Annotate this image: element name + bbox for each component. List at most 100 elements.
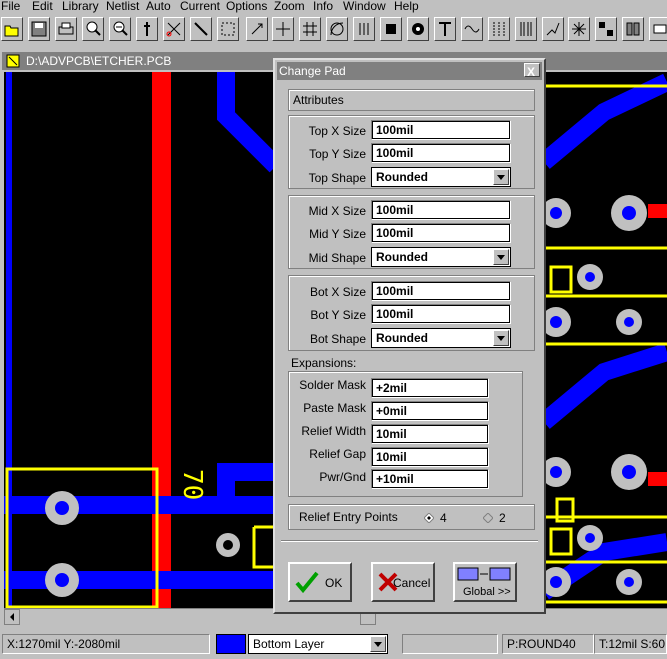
mid-shape-label: Mid Shape (308, 251, 366, 265)
book-icon[interactable] (622, 17, 644, 41)
relief-option-4[interactable]: 4 (424, 511, 454, 525)
status-track: T:12mil S:60 (594, 634, 667, 654)
top-y-label: Top Y Size (309, 147, 366, 161)
relief-option-2-label: 2 (499, 511, 506, 525)
chevron-down-icon (497, 336, 505, 341)
radio-unselected-icon (483, 513, 493, 523)
relief-option-2[interactable]: 2 (483, 511, 513, 525)
chevron-down-icon (374, 642, 382, 647)
solder-mask-field[interactable]: +2mil (371, 378, 489, 398)
top-shape-dropdown[interactable] (493, 169, 509, 185)
mid-shape-select[interactable]: Rounded (376, 250, 428, 264)
route-icon[interactable] (542, 17, 564, 41)
zoom-icon[interactable] (82, 17, 104, 41)
bot-shape-select[interactable]: Rounded (376, 331, 428, 345)
parts-icon[interactable] (595, 17, 617, 41)
relief-gap-field[interactable]: 10mil (371, 447, 489, 467)
chevron-down-icon (497, 255, 505, 260)
ok-label: OK (325, 576, 343, 590)
mid-x-label: Mid X Size (308, 204, 366, 218)
designator-label: 70 (177, 469, 207, 501)
menu-zoom[interactable]: Zoom (274, 0, 305, 13)
bot-y-size-field[interactable]: 100mil (371, 304, 511, 324)
dialog-title: Change Pad (279, 64, 346, 78)
pwr-gnd-label: Pwr/Gnd (319, 470, 366, 484)
relief-entry-group: Relief Entry Points 4 2 (288, 504, 535, 530)
text-icon[interactable] (434, 17, 456, 41)
change-pad-dialog: Change Pad X Attributes Top X Size 100mi… (273, 58, 546, 614)
top-x-label: Top X Size (308, 124, 366, 138)
solder-mask-label: Solder Mask (299, 378, 366, 392)
menu-options[interactable]: Options (226, 0, 267, 13)
cut-icon[interactable] (163, 17, 185, 41)
circle-icon[interactable] (407, 17, 429, 41)
cancel-label: Cancel (393, 576, 431, 590)
chevron-down-icon (497, 175, 505, 180)
grid-icon[interactable] (299, 17, 321, 41)
layer-dropdown-button[interactable] (370, 636, 386, 652)
draw-icon[interactable] (190, 17, 212, 41)
menu-library[interactable]: Library (62, 0, 99, 13)
move-icon[interactable] (246, 17, 268, 41)
menu-auto[interactable]: Auto (146, 0, 171, 13)
top-shape-select[interactable]: Rounded (376, 170, 428, 184)
arrow-left-icon (10, 613, 14, 621)
zoom-out-icon[interactable] (109, 17, 131, 41)
menu-current[interactable]: Current (180, 0, 220, 13)
bot-x-size-field[interactable]: 100mil (371, 281, 511, 301)
paste-mask-field[interactable]: +0mil (371, 401, 489, 421)
crosshair-icon[interactable] (272, 17, 294, 41)
pwr-gnd-field[interactable]: +10mil (371, 469, 489, 489)
bot-layer-group: Bot X Size 100mil Bot Y Size 100mil Bot … (288, 275, 535, 351)
menu-window[interactable]: Window (343, 0, 386, 13)
layer-selector[interactable]: Bottom Layer (216, 634, 388, 654)
select-icon[interactable] (217, 17, 239, 41)
bot-x-label: Bot X Size (309, 285, 366, 299)
bot-y-label: Bot Y Size (310, 308, 366, 322)
menu-netlist[interactable]: Netlist (106, 0, 139, 13)
bot-shape-dropdown[interactable] (493, 330, 509, 346)
menu-info[interactable]: Info (313, 0, 333, 13)
relief-gap-label: Relief Gap (309, 447, 366, 461)
cancel-button[interactable]: Cancel (371, 562, 435, 602)
expansions-label: Expansions: (291, 356, 357, 370)
relief-width-field[interactable]: 10mil (371, 424, 489, 444)
checkmark-icon (295, 571, 319, 593)
top-shape-label: Top Shape (308, 171, 366, 185)
bus-icon[interactable] (488, 17, 510, 41)
mid-y-size-field[interactable]: 100mil (371, 223, 511, 243)
status-pad: P:ROUND40 (502, 634, 594, 654)
menu-help[interactable]: Help (394, 0, 419, 13)
top-x-size-field[interactable]: 100mil (371, 120, 511, 140)
bot-shape-label: Bot Shape (309, 332, 366, 346)
global-button[interactable]: Global >> (453, 562, 517, 602)
open-icon[interactable] (1, 17, 23, 41)
scroll-left-button[interactable] (4, 609, 20, 625)
close-button[interactable]: X (524, 63, 540, 78)
parallel-icon[interactable] (515, 17, 537, 41)
global-label: Global >> (463, 586, 511, 598)
document-title: D:\ADVPCB\ETCHER.PCB (26, 54, 172, 68)
mid-layer-group: Mid X Size 100mil Mid Y Size 100mil Mid … (288, 195, 535, 269)
probe-icon[interactable] (136, 17, 158, 41)
square-icon[interactable] (380, 17, 402, 41)
menu-bar: File Edit Library Netlist Auto Current O… (0, 0, 667, 14)
mid-shape-dropdown[interactable] (493, 249, 509, 265)
menu-file[interactable]: File (1, 0, 20, 13)
arc-icon[interactable] (326, 17, 348, 41)
dialog-titlebar[interactable]: Change Pad X (277, 62, 542, 80)
print-icon[interactable] (55, 17, 77, 41)
ok-button[interactable]: OK (288, 562, 352, 602)
mid-y-label: Mid Y Size (309, 227, 366, 241)
save-icon[interactable] (28, 17, 50, 41)
component-icon[interactable] (649, 17, 667, 41)
top-y-size-field[interactable]: 100mil (371, 143, 511, 163)
wave-icon[interactable] (461, 17, 483, 41)
menu-edit[interactable]: Edit (32, 0, 53, 13)
global-icon (457, 567, 511, 581)
star-icon[interactable] (568, 17, 590, 41)
relief-option-4-label: 4 (440, 511, 447, 525)
layer-name: Bottom Layer (253, 637, 325, 651)
mid-x-size-field[interactable]: 100mil (371, 200, 511, 220)
line-icon[interactable] (353, 17, 375, 41)
